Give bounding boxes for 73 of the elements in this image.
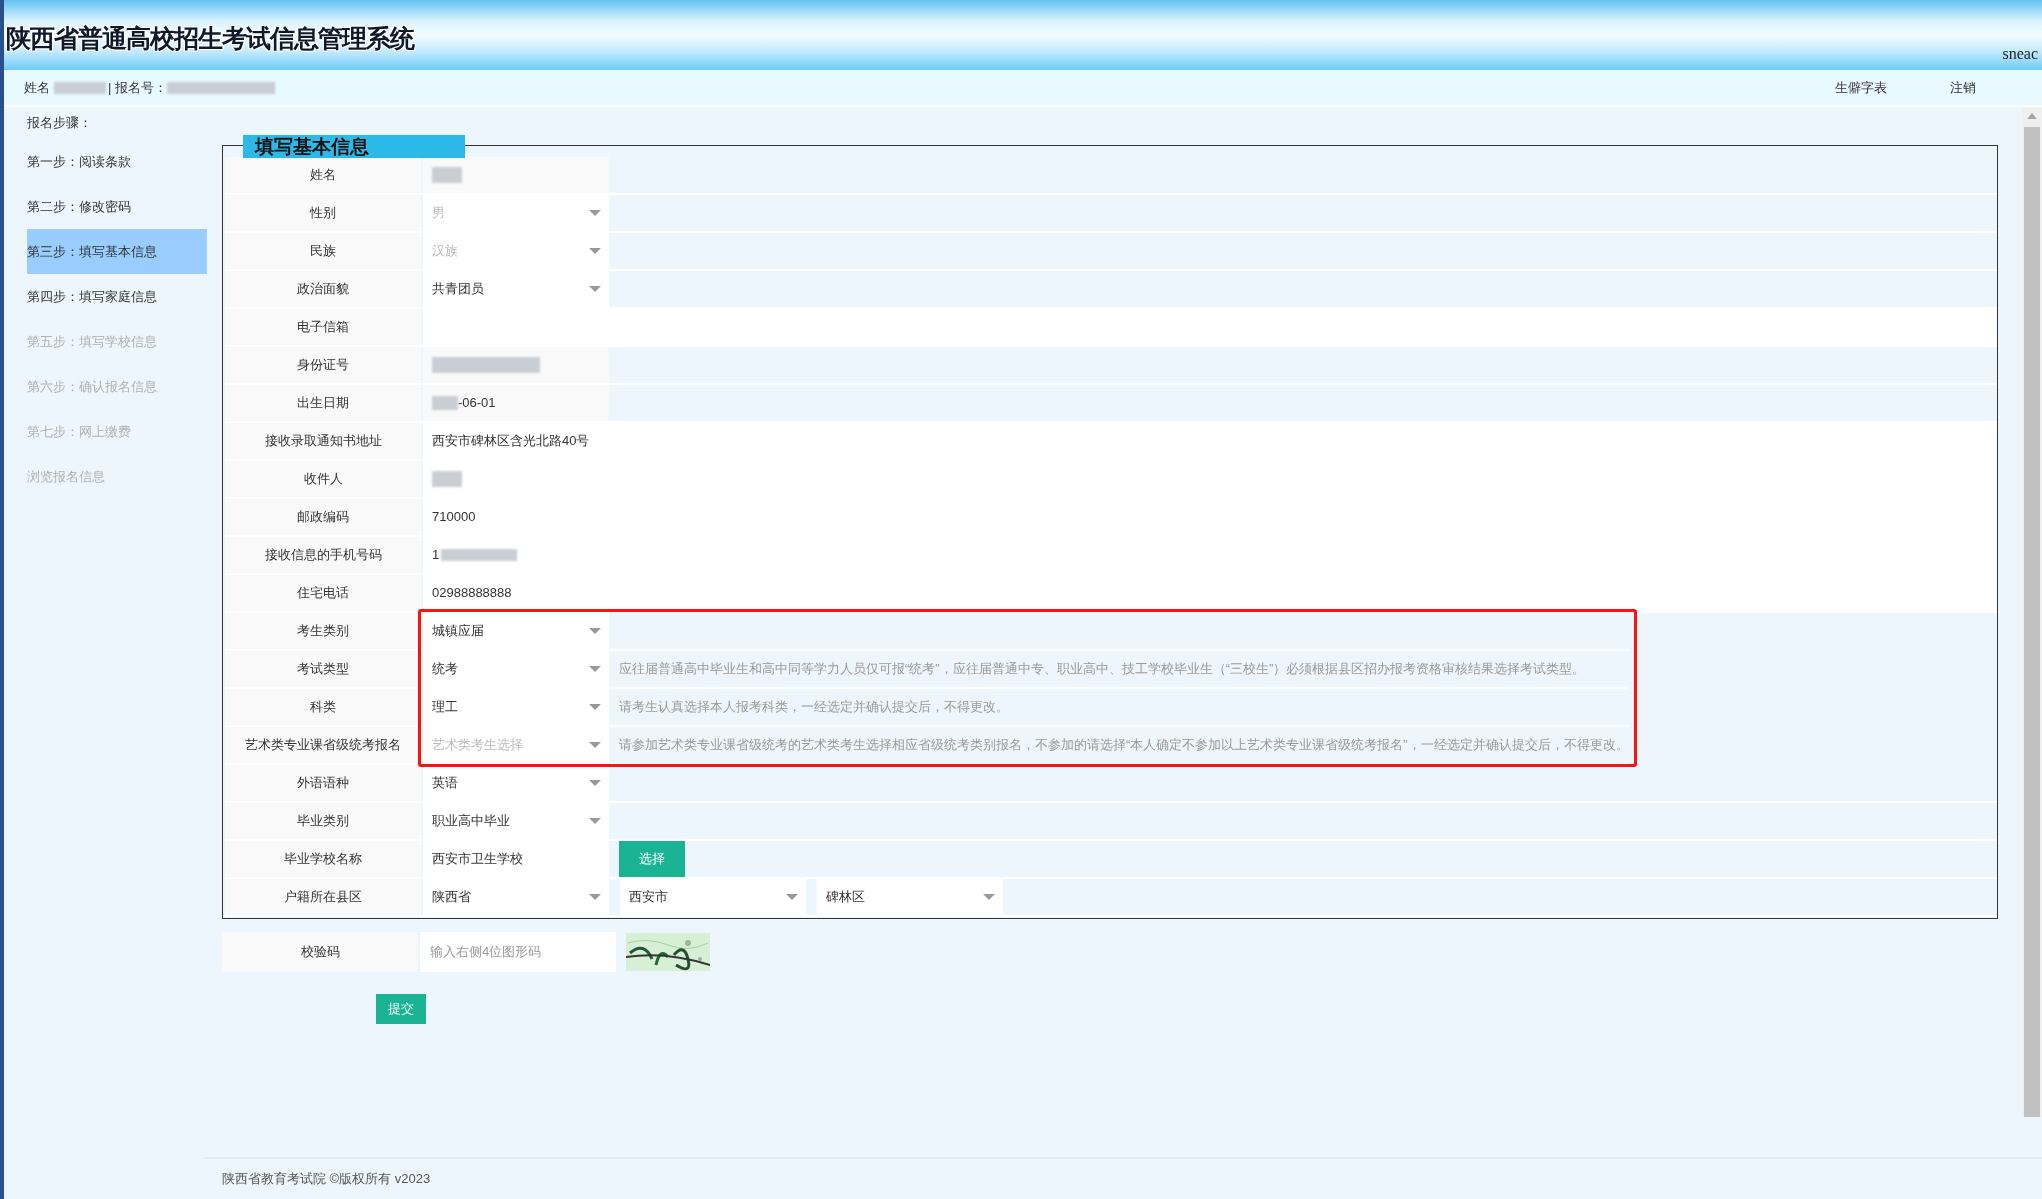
select-field[interactable]: 理工 xyxy=(423,689,609,725)
field-label: 民族 xyxy=(225,233,421,269)
name-label: 姓名 xyxy=(24,78,50,97)
field-label: 科类 xyxy=(225,689,421,725)
field-value: 02988888888 xyxy=(432,584,512,603)
field-label: 邮政编码 xyxy=(225,499,421,535)
field-label: 性别 xyxy=(225,195,421,231)
field-label: 政治面貌 xyxy=(225,271,421,307)
scroll-thumb[interactable] xyxy=(2024,126,2040,1117)
caret-icon xyxy=(983,894,995,900)
field-value: 西安市碑林区含光北路40号 xyxy=(432,432,590,451)
field-label: 户籍所在县区 xyxy=(225,879,421,915)
field-label: 校验码 xyxy=(222,932,418,972)
hint-text: 请参加艺术类专业课省级统考的艺术类考生选择相应省级统考类别报名，不参加的请选择“本人确定不参加以上艺术类专业课省级统考报名”，一经选定并确认提交后，不得更改。 xyxy=(619,736,1629,755)
caret-icon xyxy=(589,286,601,292)
scroll-up-icon[interactable] xyxy=(2027,113,2037,119)
caret-icon xyxy=(589,628,601,634)
select-field[interactable]: 职业高中毕业 xyxy=(423,803,609,839)
header-link[interactable]: 注销 xyxy=(1950,77,1976,98)
caret-icon xyxy=(589,210,601,216)
field-label: 出生日期 xyxy=(225,385,421,421)
select-field[interactable]: 共青团员 xyxy=(423,271,609,307)
select-field[interactable]: 城镇应届 xyxy=(423,613,609,649)
select-field[interactable]: 陕西省 xyxy=(423,879,609,915)
select-field[interactable]: 统考 xyxy=(423,651,609,687)
field-label: 接收信息的手机号码 xyxy=(225,537,421,573)
field-label: 电子信箱 xyxy=(225,309,421,345)
field-label: 接收录取通知书地址 xyxy=(225,423,421,459)
field-label: 考生类别 xyxy=(225,613,421,649)
sidebar-heading: 报名步骤： xyxy=(27,114,93,132)
sidebar-step[interactable]: 第二步：修改密码 xyxy=(27,184,207,229)
redaction-patch xyxy=(54,81,106,94)
sidebar-step[interactable]: 第一步：阅读条款 xyxy=(27,139,207,184)
footer-text: 陕西省教育考试院 ©版权所有 v2023 xyxy=(222,1170,431,1189)
field-value: 1 xyxy=(432,546,440,565)
caret-icon xyxy=(589,666,601,672)
site-code: sneac xyxy=(2002,44,2038,64)
caret-icon xyxy=(589,742,601,748)
input-field[interactable]: 710000 xyxy=(423,499,1997,535)
select-field[interactable]: 西安市 xyxy=(620,879,806,915)
hint-text: 应往届普通高中毕业生和高中同等学力人员仅可报“统考”，应往届普通中专、职业高中、技工学校毕业生（“三校生”）必须根据县区招办报考资格审核结果选择考试类型。 xyxy=(619,660,1586,679)
app-title: 陕西省普通高校招生考试信息管理系统 xyxy=(6,23,414,54)
field-label: 住宅电话 xyxy=(225,575,421,611)
field-label: 姓名 xyxy=(225,157,421,193)
caret-icon xyxy=(589,248,601,254)
caret-icon xyxy=(589,704,601,710)
input-field[interactable] xyxy=(423,309,1997,345)
field-label: 身份证号 xyxy=(225,347,421,383)
select-field[interactable]: 英语 xyxy=(423,765,609,801)
field-label: 考试类型 xyxy=(225,651,421,687)
input-field[interactable]: 西安市碑林区含光北路40号 xyxy=(423,423,1997,459)
id-label: | 报名号： xyxy=(108,78,167,97)
field-value: -06-01 xyxy=(458,394,496,413)
field-label: 毕业类别 xyxy=(225,803,421,839)
captcha-input[interactable]: 输入右侧4位图形码 xyxy=(420,932,616,972)
field-label: 收件人 xyxy=(225,461,421,497)
input-field[interactable]: 02988888888 xyxy=(423,575,1997,611)
select-field[interactable]: 碑林区 xyxy=(817,879,1003,915)
field-label: 毕业学校名称 xyxy=(225,841,421,877)
sidebar-step[interactable]: 第四步：填写家庭信息 xyxy=(27,274,207,319)
caret-icon xyxy=(589,894,601,900)
scrollbar[interactable] xyxy=(2022,107,2042,1117)
field-value: 710000 xyxy=(432,508,476,527)
sidebar-step[interactable]: 第三步：填写基本信息 xyxy=(27,229,207,274)
caret-icon xyxy=(786,894,798,900)
field-label: 外语语种 xyxy=(225,765,421,801)
caret-icon xyxy=(589,780,601,786)
input-field[interactable]: 西安市卫生学校 xyxy=(423,841,609,877)
hint-text: 请考生认真选择本人报考科类，一经选定并确认提交后，不得更改。 xyxy=(619,698,1009,717)
field-label: 艺术类专业课省级统考报名 xyxy=(225,727,421,763)
caret-icon xyxy=(589,818,601,824)
input-field[interactable]: 1 xyxy=(423,537,1997,573)
header-link[interactable]: 生僻字表 xyxy=(1835,77,1887,98)
